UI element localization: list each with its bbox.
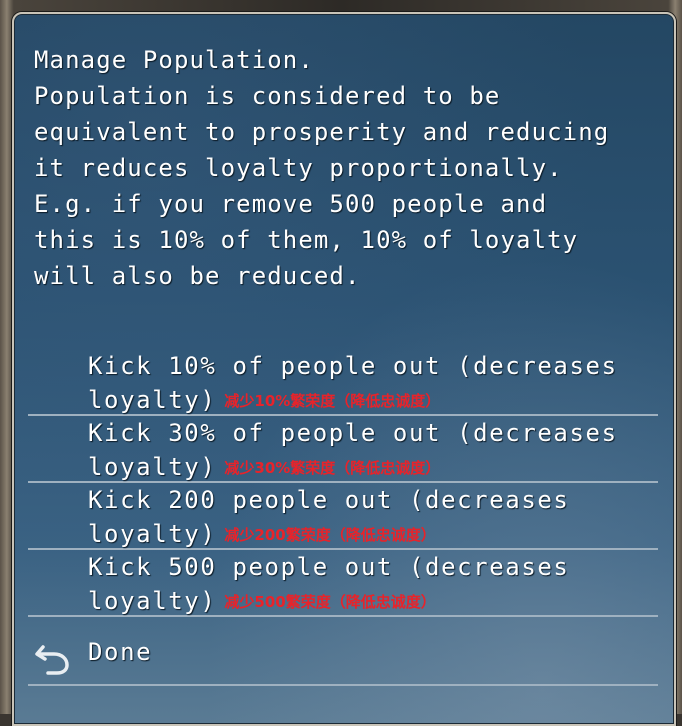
option-translation: 减少200繁荣度（降低忠诚度）: [224, 526, 436, 544]
option-kick-200-people[interactable]: Kick 200 people out (decreases loyalty) 减…: [28, 484, 658, 550]
done-button[interactable]: Done: [28, 626, 658, 686]
option-label-line2: loyalty) 减少10%繁荣度（降低忠诚度）: [88, 386, 440, 414]
dialog-panel: Manage Population. Population is conside…: [12, 12, 676, 726]
description-line: it reduces loyalty proportionally.: [34, 154, 563, 182]
description-line: this is 10% of them, 10% of loyalty: [34, 226, 579, 254]
option-label-line1: Kick 10% of people out (decreases: [88, 352, 618, 380]
option-label-loyalty: loyalty): [88, 587, 217, 615]
option-label-loyalty: loyalty): [88, 520, 217, 548]
option-label-line1: Kick 30% of people out (decreases: [88, 419, 618, 447]
option-kick-10-percent[interactable]: Kick 10% of people out (decreases loyalt…: [28, 350, 658, 416]
undo-arrow-icon: [35, 645, 69, 675]
description-line: E.g. if you remove 500 people and: [34, 190, 548, 218]
option-translation: 减少30%繁荣度（降低忠诚度）: [224, 459, 441, 477]
option-kick-30-percent[interactable]: Kick 30% of people out (decreases loyalt…: [28, 417, 658, 483]
option-label-line2: loyalty) 减少500繁荣度（降低忠诚度）: [88, 587, 436, 615]
dialog-description: Manage Population. Population is conside…: [34, 42, 664, 294]
option-label-line2: loyalty) 减少30%繁荣度（降低忠诚度）: [88, 453, 440, 481]
option-label-line1: Kick 500 people out (decreases: [88, 553, 570, 581]
description-line: Manage Population.: [34, 46, 314, 74]
option-kick-500-people[interactable]: Kick 500 people out (decreases loyalty) 减…: [28, 551, 658, 617]
done-label: Done: [88, 638, 153, 666]
option-label-loyalty: loyalty): [88, 453, 217, 481]
option-label-loyalty: loyalty): [88, 386, 217, 414]
option-translation: 减少500繁荣度（降低忠诚度）: [224, 593, 436, 611]
description-line: will also be reduced.: [34, 262, 361, 290]
option-label-line1: Kick 200 people out (decreases: [88, 486, 570, 514]
description-line: equivalent to prosperity and reducing: [34, 118, 610, 146]
option-label-line2: loyalty) 减少200繁荣度（降低忠诚度）: [88, 520, 436, 548]
option-translation: 减少10%繁荣度（降低忠诚度）: [224, 392, 441, 410]
description-line: Population is considered to be: [34, 82, 501, 110]
